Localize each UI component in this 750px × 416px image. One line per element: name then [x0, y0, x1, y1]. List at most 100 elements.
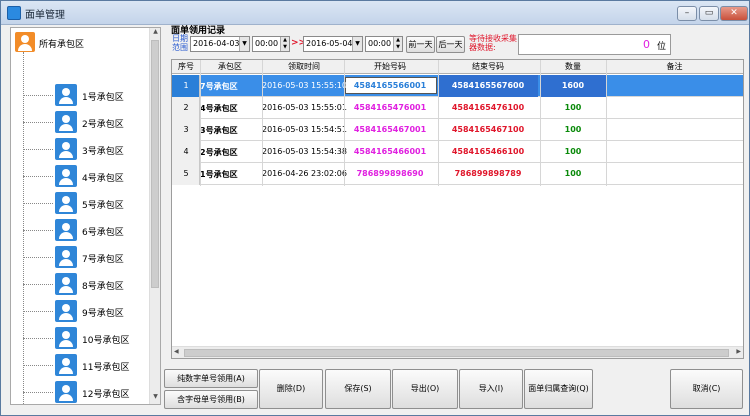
start-number-cell[interactable]: 4584165476001 [344, 103, 436, 112]
pending-collector-box: 0 位 [518, 34, 671, 55]
time-cell: 2016-05-03 15:55:01 [262, 103, 347, 112]
column-divider [606, 60, 607, 186]
col-header-end: 结束号码 [472, 62, 504, 71]
scroll-right-icon[interactable]: ▶ [736, 348, 741, 355]
table-row[interactable]: 2 4号承包区 2016-05-03 15:55:01 4584165476001 45… [172, 97, 743, 119]
maximize-button[interactable]: ▭ [699, 6, 719, 21]
tree-item[interactable]: 11号承包区 [11, 352, 149, 379]
user-icon [55, 138, 77, 160]
tree-item[interactable]: 3号承包区 [11, 136, 149, 163]
tree-item[interactable]: 8号承包区 [11, 271, 149, 298]
table-row[interactable]: 1 7号承包区 2016-05-03 15:55:10 4584165566001 45… [172, 75, 743, 97]
tree-item-label: 8号承包区 [82, 282, 124, 292]
pending-collector-label: 等待接收采集器数据: [469, 34, 517, 52]
qty-cell[interactable]: 100 [540, 169, 606, 178]
tree-item[interactable]: 10号承包区 [11, 325, 149, 352]
minimize-button[interactable]: – [677, 6, 697, 21]
tree-item[interactable]: 7号承包区 [11, 244, 149, 271]
save-button[interactable]: 保存(S) [325, 369, 391, 409]
table-row[interactable]: 5 1号承包区 2016-04-26 23:02:06 786899898690 786… [172, 163, 743, 185]
area-cell: 1号承包区 [200, 170, 238, 179]
scroll-thumb[interactable] [151, 40, 159, 288]
numeric-issue-button[interactable]: 纯数字单号领用(A) [164, 369, 258, 388]
end-number-cell[interactable]: 4584165476100 [438, 103, 538, 112]
table-row[interactable]: 3 3号承包区 2016-05-03 15:54:51 4584165467001 45… [172, 119, 743, 141]
user-group-icon [15, 32, 35, 52]
letter-issue-button[interactable]: 含字母单号领用(B) [164, 390, 258, 409]
col-header-time: 领取时间 [288, 62, 320, 71]
tree-connector [23, 203, 53, 204]
tree-item-label: 5号承包区 [82, 201, 124, 211]
next-day-button[interactable]: 后一天 [436, 36, 465, 53]
table-hscrollbar[interactable]: ◀ ▶ [172, 346, 743, 358]
issue-records-table[interactable]: 序号 承包区 领取时间 开始号码 结束号码 数量 备注 1 7号承包区 2016-0… [171, 59, 744, 359]
start-number-cell[interactable]: 4584165566001 [344, 81, 436, 90]
area-cell: 2号承包区 [200, 148, 238, 157]
tree-item-label: 12号承包区 [82, 390, 130, 400]
qty-cell[interactable]: 100 [540, 125, 606, 134]
prev-day-button[interactable]: 前一天 [406, 36, 435, 53]
tree-item[interactable]: 5号承包区 [11, 190, 149, 217]
tree-scrollbar[interactable]: ▲ ▼ [149, 28, 160, 404]
close-button[interactable]: ✕ [720, 6, 748, 21]
scroll-left-icon[interactable]: ◀ [174, 348, 179, 355]
tree-connector [23, 311, 53, 312]
tree-connector [23, 122, 53, 123]
tree-connector [23, 230, 53, 231]
end-number-cell[interactable]: 4584165466100 [438, 147, 538, 156]
end-number-cell[interactable]: 786899898789 [438, 169, 538, 178]
scroll-up-icon[interactable]: ▲ [151, 28, 160, 39]
row-index: 4 [183, 147, 189, 156]
import-button[interactable]: 导入(I) [459, 369, 523, 409]
tree-connector [23, 176, 53, 177]
tree-item[interactable]: 1号承包区 [11, 82, 149, 109]
user-icon [55, 381, 77, 403]
table-row[interactable]: 4 2号承包区 2016-05-03 15:54:38 4584165466001 45… [172, 141, 743, 163]
chevron-down-icon[interactable]: ▼ [352, 37, 362, 51]
end-number-cell[interactable]: 4584165567600 [438, 81, 538, 90]
export-button[interactable]: 导出(O) [392, 369, 458, 409]
tree-item[interactable]: 2号承包区 [11, 109, 149, 136]
spinner-icon[interactable]: ▲ ▼ [393, 37, 402, 51]
column-divider [262, 60, 263, 186]
qty-cell[interactable]: 100 [540, 147, 606, 156]
start-time-field[interactable]: 00:00 ▲ ▼ [252, 36, 290, 52]
tree-connector [23, 338, 53, 339]
area-tree[interactable]: 所有承包区 1号承包区 2号承包区 3号承包区 4号承包区 5号承包区 6号承包区 7号承包… [10, 27, 161, 405]
tree-connector [23, 365, 53, 366]
pending-unit: 位 [656, 42, 666, 52]
tree-item[interactable]: 12号承包区 [11, 379, 149, 404]
end-time-value: 00:00 [368, 39, 392, 48]
tree-item[interactable]: 9号承包区 [11, 298, 149, 325]
tree-root-all-areas[interactable]: 所有承包区 [13, 31, 143, 55]
start-date-picker[interactable]: 2016-04-03 ▼ [190, 36, 250, 52]
time-cell: 2016-04-26 23:02:06 [262, 169, 347, 178]
owner-query-button[interactable]: 面单归属查询(Q) [524, 369, 593, 409]
tree-item[interactable]: 4号承包区 [11, 163, 149, 190]
tree-item-label: 9号承包区 [82, 309, 124, 319]
qty-cell[interactable]: 1600 [540, 81, 606, 90]
row-index: 2 [183, 103, 189, 112]
start-number-cell[interactable]: 4584165466001 [344, 147, 436, 156]
qty-cell[interactable]: 100 [540, 103, 606, 112]
cancel-button[interactable]: 取消(C) [670, 369, 743, 409]
user-icon [55, 300, 77, 322]
delete-button[interactable]: 删除(D) [259, 369, 323, 409]
tree-item-label: 2号承包区 [82, 120, 124, 130]
chevron-down-icon[interactable]: ▼ [239, 37, 249, 51]
scroll-down-icon[interactable]: ▼ [151, 393, 160, 404]
spinner-icon[interactable]: ▲ ▼ [280, 37, 289, 51]
start-number-cell[interactable]: 786899898690 [344, 169, 436, 178]
end-number-cell[interactable]: 4584165467100 [438, 125, 538, 134]
user-icon [55, 219, 77, 241]
row-index: 3 [183, 125, 189, 134]
start-number-cell[interactable]: 4584165467001 [344, 125, 436, 134]
end-time-field[interactable]: 00:00 ▲ ▼ [365, 36, 403, 52]
hscroll-thumb[interactable] [184, 349, 729, 357]
tree-connector [23, 95, 53, 96]
col-header-qty: 数量 [565, 62, 581, 71]
user-icon [55, 111, 77, 133]
end-date-picker[interactable]: 2016-05-04 ▼ [303, 36, 363, 52]
tree-item[interactable]: 6号承包区 [11, 217, 149, 244]
table-header: 序号 承包区 领取时间 开始号码 结束号码 数量 备注 [172, 60, 743, 74]
